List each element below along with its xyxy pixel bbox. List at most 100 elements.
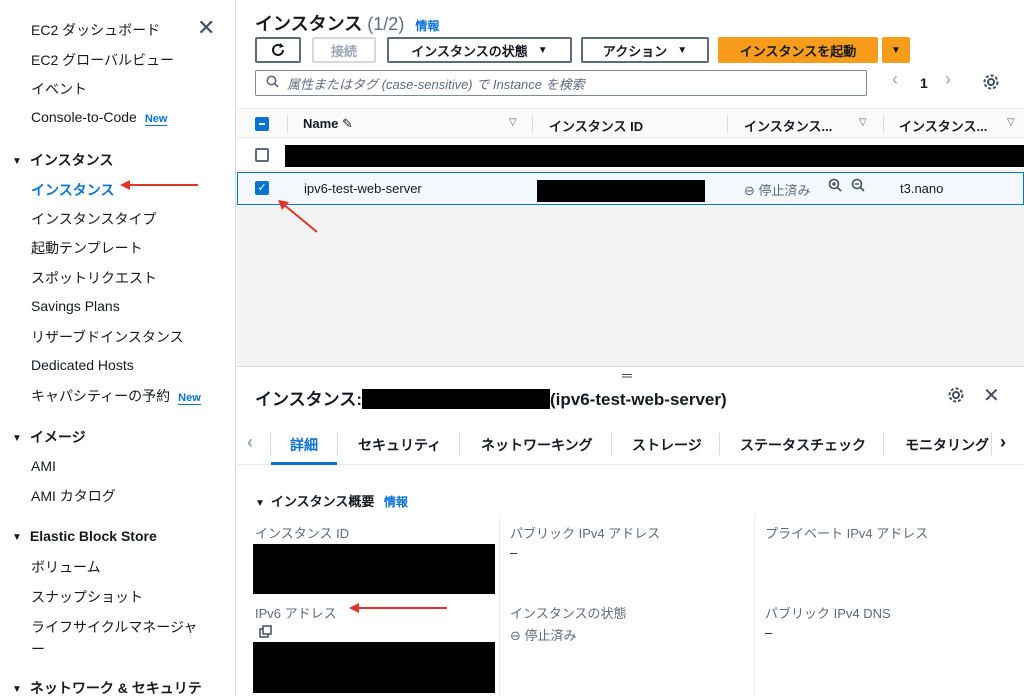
tabs-scroll-right-icon[interactable]: › [1000,432,1006,453]
sidebar-item-spot-requests[interactable]: スポットリクエスト [31,268,157,288]
redacted-block [253,642,495,693]
caret-down-icon: ▼ [255,498,265,509]
table-row[interactable] [237,139,1024,171]
sidebar-section-instances[interactable]: ▼ インスタンス [12,150,113,170]
zoom-in-icon[interactable] [828,178,842,195]
sidebar-item-ec2-dashboard[interactable]: EC2 ダッシュボード [31,20,160,40]
column-header-name[interactable]: Name ✎ [303,116,353,132]
sidebar-item-capacity-reservations[interactable]: キャパシティーの予約 New [31,386,201,406]
tabs-scroll-left-icon[interactable]: ‹ [247,432,253,453]
instance-state-cell: ⊖ 停止済み [744,180,811,199]
sidebar-item-snapshots[interactable]: スナップショット [31,587,143,607]
sidebar-item-global-view[interactable]: EC2 グローバルビュー [31,50,174,70]
instance-state-dropdown[interactable]: インスタンスの状態 ▼ [387,37,572,63]
sidebar-item-savings-plans[interactable]: Savings Plans [31,298,120,314]
column-header-instance-id[interactable]: インスタンス ID [549,116,643,135]
sidebar-item-ami-catalog[interactable]: AMI カタログ [31,486,116,506]
tab-monitoring[interactable]: モニタリング [905,435,989,455]
sidebar-item-ami[interactable]: AMI [31,458,56,474]
sidebar-item-events[interactable]: イベント [31,79,87,99]
sidebar-section-images[interactable]: ▼ イメージ [12,427,86,447]
sidebar-item-dedicated-hosts[interactable]: Dedicated Hosts [31,357,134,373]
page-title: インスタンス (1/2) 情報 [255,10,439,36]
selection-count: (1/2) [367,14,405,34]
public-ipv4-label: パブリック IPv4 アドレス [510,526,661,541]
launch-instance-button[interactable]: インスタンスを起動 [718,37,878,63]
redacted-block [285,145,1024,167]
redacted-block [361,389,550,409]
next-page-icon[interactable]: › [945,69,951,90]
detail-panel: ═ インスタンス: (ipv6-test-web-server) ✕ ‹ 詳細 セ… [237,366,1024,696]
instance-state-text: 停止済み [758,183,811,198]
select-all-checkbox[interactable] [255,117,269,131]
ipv6-label: IPv6 アドレス [255,606,337,621]
column-divider [287,115,288,133]
public-dns-label: パブリック IPv4 DNS [765,606,891,621]
info-link[interactable]: 情報 [415,19,439,33]
info-link[interactable]: 情報 [384,495,408,509]
drag-handle-icon[interactable]: ═ [622,367,632,383]
row-checkbox[interactable] [255,148,269,162]
caret-down-icon: ▼ [12,156,22,167]
stopped-status-icon: ⊖ [510,628,521,643]
tab-status-checks[interactable]: ステータスチェック [740,435,866,455]
public-dns-value: – [765,625,773,640]
caret-down-icon: ▼ [12,532,22,543]
copy-icon[interactable] [259,625,273,642]
detail-tabs: ‹ 詳細 セキュリティ ネットワーキング ストレージ ステータスチェック モニタ… [237,425,1024,465]
actions-label: アクション [602,43,668,59]
connect-button[interactable]: 接続 [312,37,376,63]
summary-header[interactable]: ▼ インスタンス概要 情報 [255,491,408,510]
search-input[interactable]: 属性またはタグ (case-sensitive) で Instance を検索 [255,70,867,96]
refresh-icon [272,43,284,56]
column-divider [754,515,755,696]
settings-gear-icon[interactable] [947,386,965,407]
sort-icon[interactable]: ▽ [1007,117,1015,128]
close-icon[interactable]: ✕ [983,383,1000,408]
sidebar-item-instances[interactable]: インスタンス [31,180,114,200]
column-label: Name [303,116,339,131]
page-title-text: インスタンス [255,14,363,34]
sidebar-item-volumes[interactable]: ボリューム [31,557,101,577]
sidebar-item-launch-templates[interactable]: 起動テンプレート [31,238,143,258]
refresh-button[interactable] [255,37,301,63]
tab-security[interactable]: セキュリティ [358,435,441,455]
sidebar-item-lifecycle-manager[interactable]: ライフサイクルマネージャー [31,616,206,660]
private-ipv4-label: プライベート IPv4 アドレス [765,526,929,541]
launch-label: インスタンスを起動 [739,43,857,59]
column-header-instance-type[interactable]: インスタンス... [899,116,987,135]
tab-divider [611,433,612,455]
summary-title: インスタンス概要 [270,494,375,509]
instance-name[interactable]: ipv6-test-web-server [304,181,422,196]
tab-details[interactable]: 詳細 [290,435,318,455]
sort-icon[interactable]: ▽ [859,117,867,128]
sidebar-item-instance-types[interactable]: インスタンスタイプ [31,209,156,229]
annotation-arrow [349,603,447,613]
prev-page-icon[interactable]: ‹ [892,69,898,90]
tab-networking[interactable]: ネットワーキング [481,435,593,455]
sidebar-section-ebs[interactable]: ▼ Elastic Block Store [12,528,157,544]
tab-storage[interactable]: ストレージ [632,435,702,455]
sidebar-item-console-to-code[interactable]: Console-to-Code New [31,109,168,126]
column-divider [532,115,533,133]
column-header-instance-state[interactable]: インスタンス... [744,116,832,135]
table-row[interactable]: ✓ ipv6-test-web-server ⊖ 停止済み t3.nano [237,172,1024,205]
instance-state-value: ⊖ 停止済み [510,625,577,644]
active-tab-indicator [271,462,337,465]
close-icon[interactable]: ✕ [197,17,215,39]
settings-gear-icon[interactable] [982,73,1000,94]
zoom-out-icon[interactable] [851,178,865,195]
sidebar-section-label: ネットワーク & セキュリテ [29,680,202,696]
sidebar-section-label: Elastic Block Store [29,528,157,544]
caret-down-icon: ▼ [677,44,688,56]
sidebar-section-network[interactable]: ▼ ネットワーク & セキュリテ [12,678,202,696]
redacted-block [537,180,705,202]
detail-title: インスタンス: (ipv6-test-web-server) [255,385,727,410]
launch-dropdown-button[interactable]: ▼ [882,37,910,63]
annotation-arrow [120,180,198,190]
row-checkbox[interactable]: ✓ [255,181,269,195]
actions-dropdown[interactable]: アクション ▼ [581,37,709,63]
sort-icon[interactable]: ▽ [509,117,517,128]
page-number[interactable]: 1 [920,75,928,91]
sidebar-item-reserved-instances[interactable]: リザーブドインスタンス [31,327,184,347]
